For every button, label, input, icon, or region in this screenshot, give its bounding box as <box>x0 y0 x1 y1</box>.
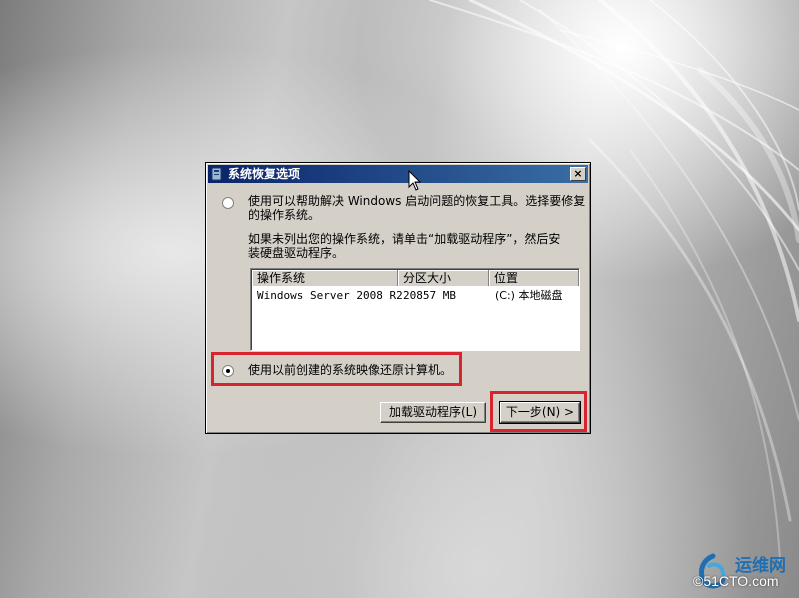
table-row[interactable]: Windows Server 2008 R2 20857 MB (C:) 本地磁… <box>252 288 578 304</box>
row-location: (C:) 本地磁盘 <box>495 289 563 302</box>
load-driver-button[interactable]: 加载驱动程序(L) <box>380 402 486 423</box>
radio-use-recovery-tools[interactable] <box>222 197 234 209</box>
close-button[interactable]: × <box>570 167 586 181</box>
recovery-computer-icon <box>211 167 222 181</box>
os-list[interactable]: 操作系统 分区大小 位置 Windows Server 2008 R2 2085… <box>250 268 580 351</box>
mouse-cursor-icon <box>408 170 422 191</box>
site-watermark: 运维网 ©51CTO.com <box>689 548 799 598</box>
column-location[interactable]: 位置 <box>489 270 579 286</box>
row-size: 20857 MB <box>403 289 456 302</box>
hint-line1: 如果未列出您的操作系统，请单击“加载驱动程序”，然后安 <box>248 232 561 246</box>
dialog-title: 系统恢复选项 <box>228 167 301 181</box>
hint-line2: 装硬盘驱动程序。 <box>248 246 345 260</box>
column-partition-size[interactable]: 分区大小 <box>398 270 489 286</box>
os-list-header: 操作系统 分区大小 位置 <box>252 270 579 286</box>
row-os: Windows Server 2008 R2 <box>257 289 403 302</box>
column-os[interactable]: 操作系统 <box>252 270 398 286</box>
dialog-titlebar[interactable]: 系统恢复选项 × <box>208 165 588 183</box>
watermark-url: ©51CTO.com <box>693 573 779 589</box>
option-recovery-tools-line1: 使用可以帮助解决 Windows 启动问题的恢复工具。选择要修复 <box>248 194 586 208</box>
option-recovery-tools-line2: 的操作系统。 <box>248 208 321 222</box>
highlight-restore-option <box>211 352 462 386</box>
highlight-next-button <box>490 391 587 432</box>
